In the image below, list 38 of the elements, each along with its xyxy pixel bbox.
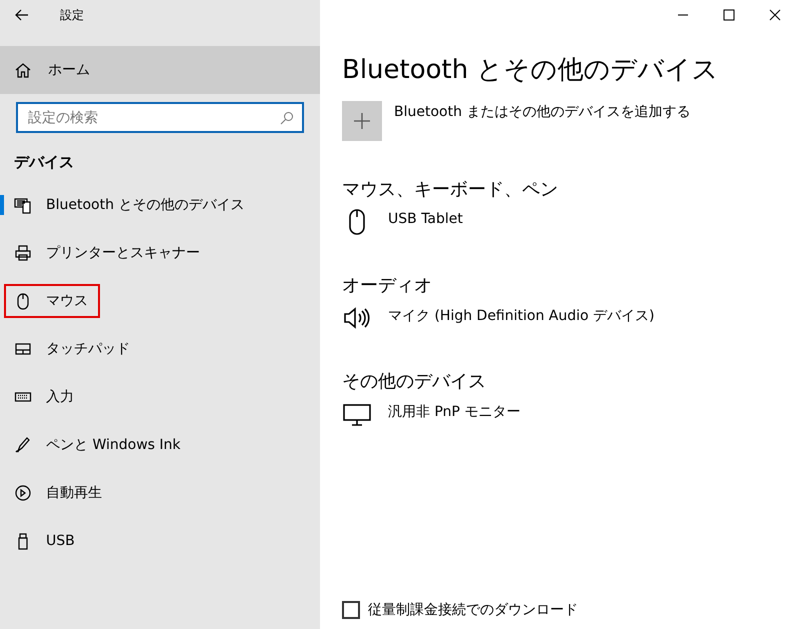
sidebar-item[interactable]: タッチパッド	[4, 332, 142, 366]
sidebar-item[interactable]: USB	[4, 524, 87, 558]
search-field[interactable]: 設定の検索	[16, 102, 304, 133]
pen-icon	[14, 436, 32, 454]
window-title: 設定	[60, 6, 84, 24]
plus-icon	[353, 112, 371, 130]
keyboard-phone-icon	[14, 196, 32, 214]
sidebar-item-label: 入力	[46, 388, 74, 406]
sidebar-item-label: USB	[46, 533, 75, 549]
home-label: ホーム	[48, 61, 90, 79]
page-title: Bluetooth とその他のデバイス	[342, 54, 720, 87]
sidebar-item-label: マウス	[46, 292, 88, 310]
sidebar-item-label: ペンと Windows Ink	[46, 436, 181, 454]
device-name[interactable]: マイク (High Definition Audio デバイス)	[388, 307, 654, 325]
add-device-label[interactable]: Bluetooth またはその他のデバイスを追加する	[394, 103, 690, 121]
home-icon	[14, 61, 32, 79]
group-heading: オーディオ	[342, 274, 433, 297]
sidebar-item[interactable]: 自動再生	[4, 476, 114, 510]
sidebar-item[interactable]: Bluetooth とその他のデバイス	[4, 188, 256, 222]
group-heading: マウス、キーボード、ペン	[342, 178, 559, 201]
sidebar-item[interactable]: ペンと Windows Ink	[4, 428, 193, 462]
home-item[interactable]: ホーム	[0, 46, 320, 94]
sidebar-item-label: プリンターとスキャナー	[46, 244, 200, 262]
sidebar-item-label: 自動再生	[46, 484, 102, 502]
group-heading: その他のデバイス	[342, 370, 487, 393]
sidebar-item[interactable]: マウス	[4, 284, 100, 318]
play-circle-icon	[14, 484, 32, 502]
device-name[interactable]: USB Tablet	[388, 211, 463, 227]
checkbox-label: 従量制課金接続でのダウンロード	[368, 601, 578, 619]
search-icon	[280, 111, 294, 125]
checkbox[interactable]	[342, 601, 360, 619]
device-name[interactable]: 汎用非 PnP モニター	[388, 403, 520, 421]
section-heading: デバイス	[14, 153, 75, 173]
sidebar-item-label: Bluetooth とその他のデバイス	[46, 196, 244, 214]
sidebar-item[interactable]: 入力	[4, 380, 86, 414]
printer-icon	[14, 244, 32, 262]
sidebar-item-label: タッチパッド	[46, 340, 130, 358]
sidebar-item[interactable]: プリンターとスキャナー	[4, 236, 212, 270]
